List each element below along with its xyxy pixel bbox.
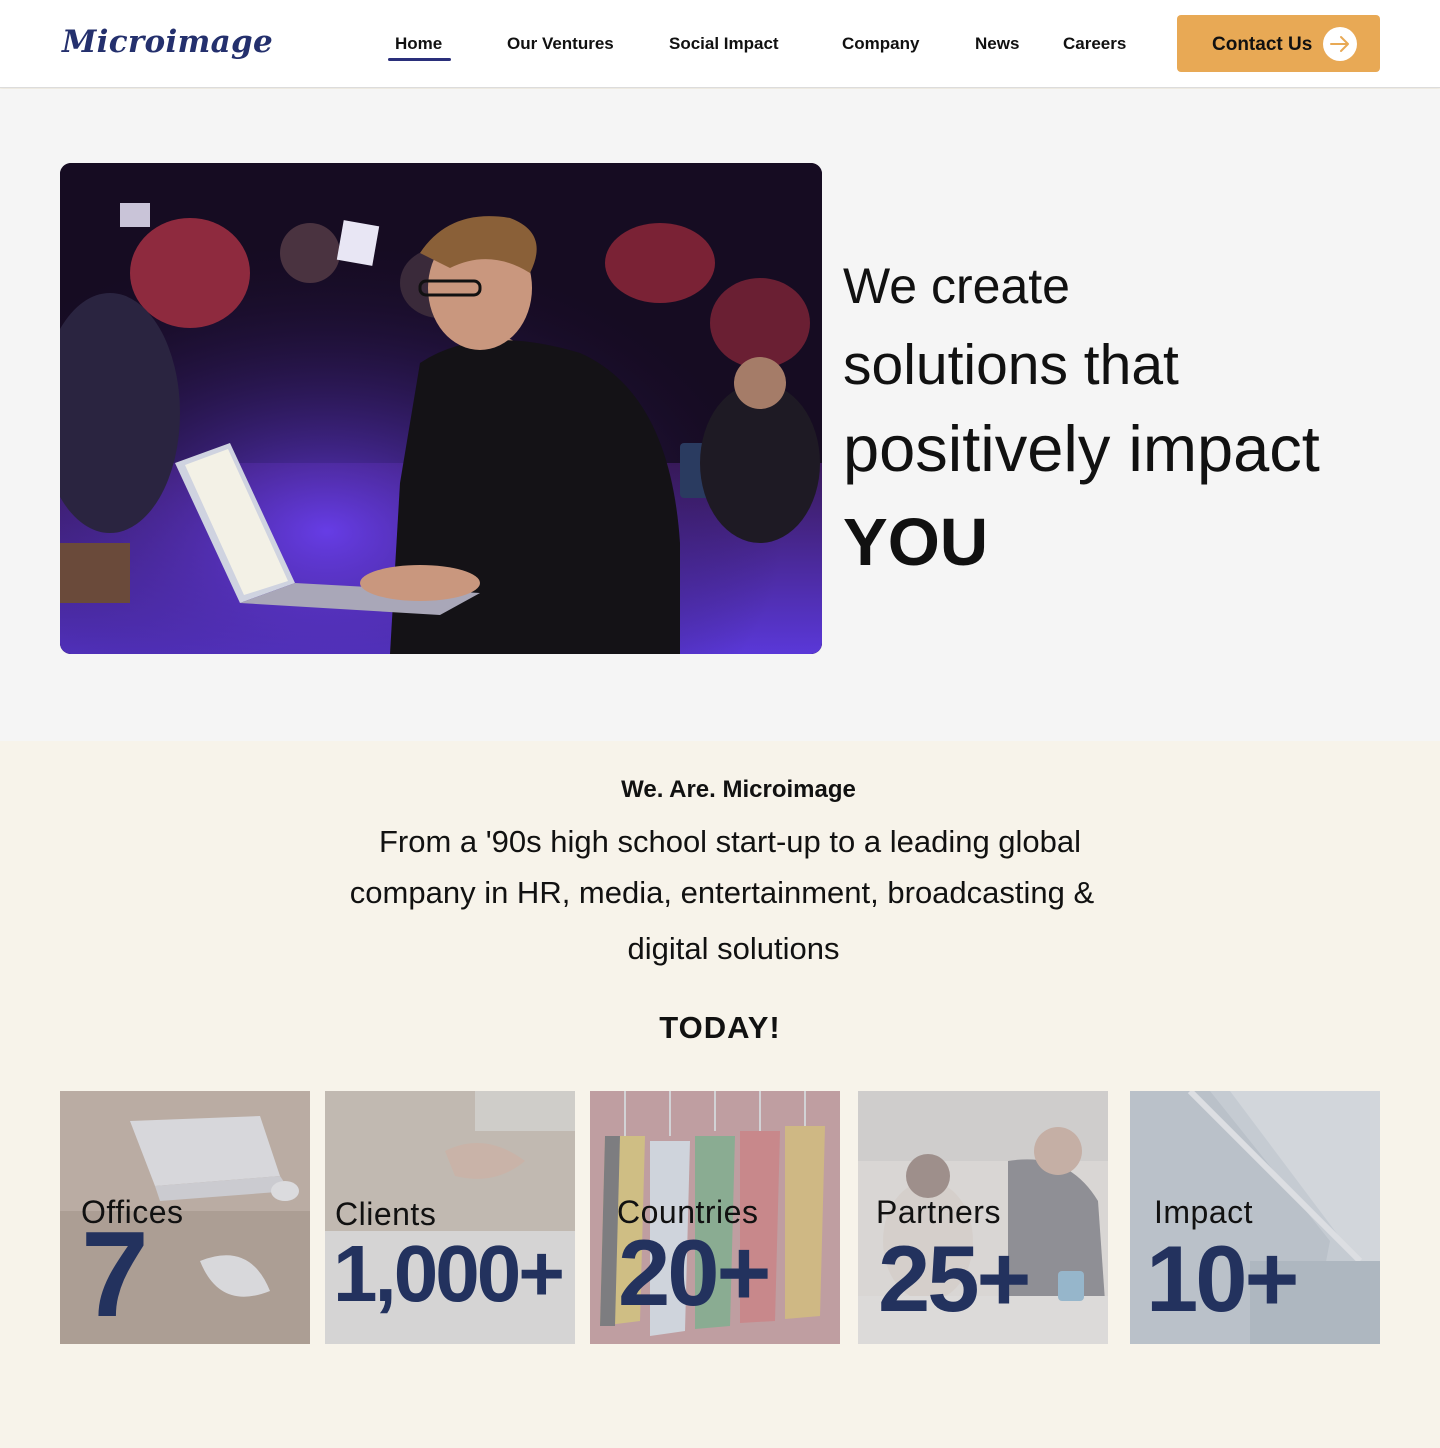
stat-clients-value: 1,000+ [333,1229,565,1318]
stat-clients-label: Clients [335,1196,437,1232]
stat-partners-value: 25+ [878,1226,1031,1331]
nav-item-our-ventures[interactable]: Our Ventures [507,34,614,54]
hero-headline-line-1: We create [843,258,1070,314]
nav-item-home[interactable]: Home [395,34,442,54]
stat-card-clients: Clients 1,000+ [325,1091,575,1344]
nav-item-news[interactable]: News [975,34,1019,54]
about-today-heading: TODAY! [659,1010,781,1045]
site-header: Microimage Home Our Ventures Social Impa… [0,0,1440,88]
hero-section: We create solutions that positively impa… [0,89,1440,741]
nav-item-company[interactable]: Company [842,34,919,54]
about-description-line-1: From a '90s high school start-up to a le… [378,824,1082,859]
stat-countries-value: 20+ [618,1220,771,1325]
contact-us-button[interactable]: Contact Us [1177,15,1380,72]
brand-logo[interactable]: Microimage [62,24,273,60]
about-eyebrow: We. Are. Microimage [621,776,856,803]
stat-offices-value: 7 [81,1206,149,1342]
stat-card-offices: Offices 7 [60,1091,310,1344]
hero-headline-line-2: solutions that [843,333,1179,397]
hero-photo [60,163,822,654]
about-description-line-3: digital solutions [627,931,840,966]
stat-card-partners: Partners 25+ [858,1091,1108,1344]
arrow-right-icon [1323,27,1357,61]
about-description-line-2: company in HR, media, entertainment, bro… [349,875,1095,910]
nav-active-indicator [388,58,451,61]
stat-impact-value: 10+ [1146,1226,1299,1331]
stat-card-countries: Countries 20+ [590,1091,840,1344]
nav-item-social-impact[interactable]: Social Impact [669,34,779,54]
contact-us-label: Contact Us [1212,34,1313,55]
nav-item-careers[interactable]: Careers [1063,34,1126,54]
stat-card-impact: Impact 10+ [1130,1091,1380,1344]
hero-headline-line-3: positively impact [843,412,1320,485]
hero-headline-line-4: YOU [843,505,989,580]
